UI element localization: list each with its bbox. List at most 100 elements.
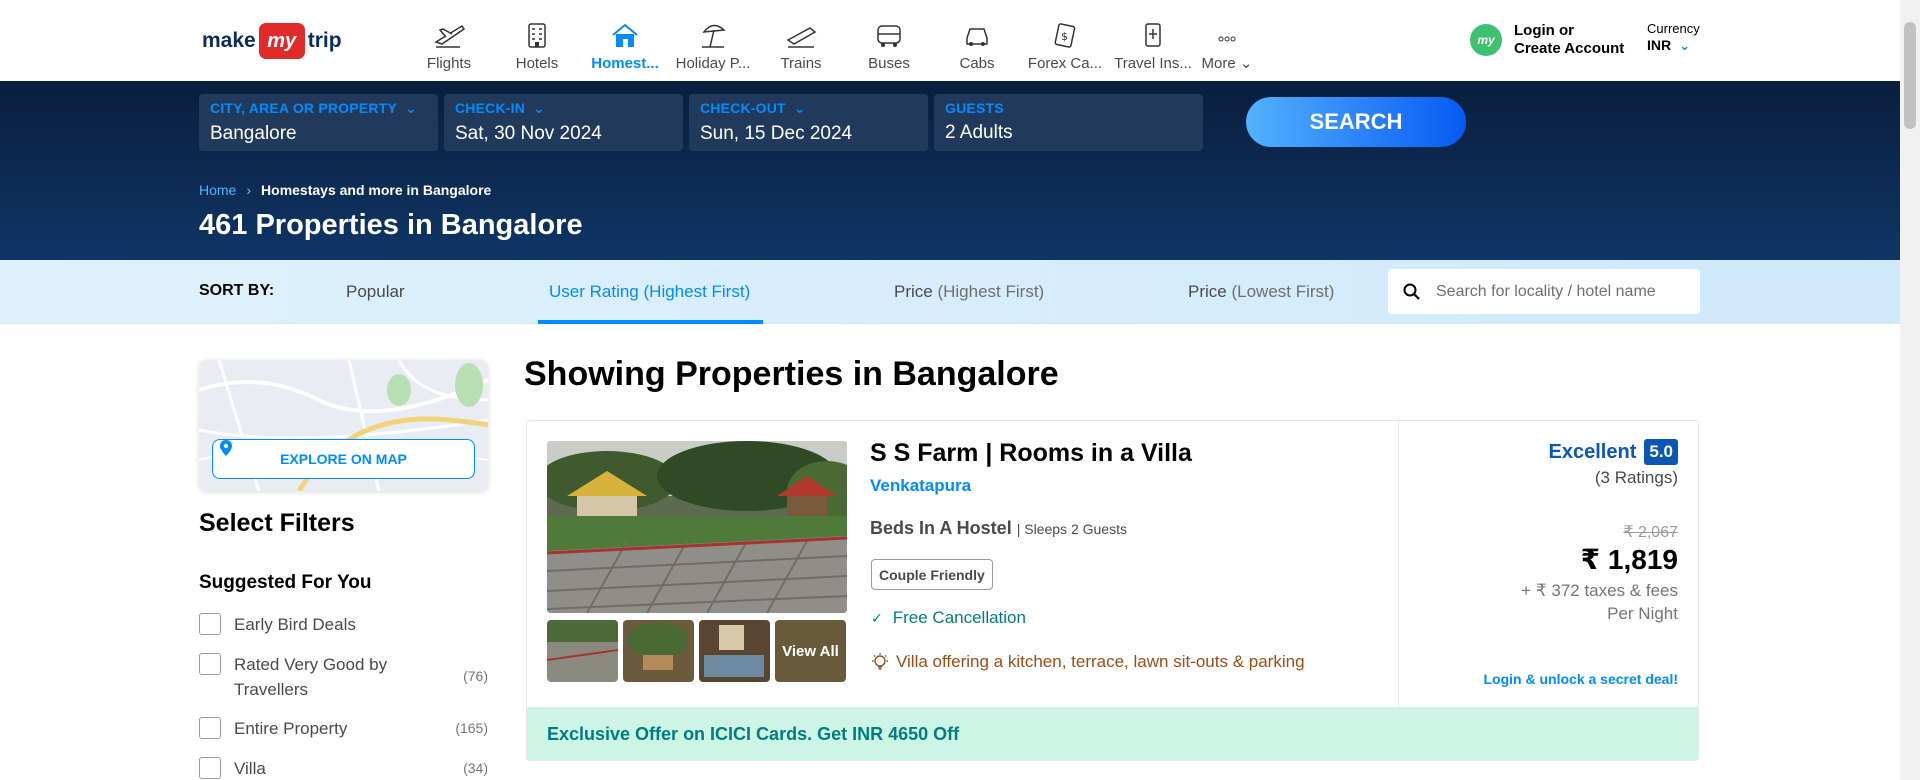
property-sleeps: | Sleeps 2 Guests [1016,521,1127,537]
filter-early-bird[interactable]: Early Bird Deals [199,612,488,637]
sort-user-rating[interactable]: User Rating (Highest First) [549,282,750,302]
active-sort-indicator [538,320,763,324]
view-all-photos-button[interactable]: View All [775,620,846,682]
checkbox[interactable] [199,717,221,739]
thumbnail-image [699,620,770,682]
search-button[interactable]: SEARCH [1246,97,1466,147]
holiday-icon [702,24,726,48]
search-band: CITY, AREA OR PROPERTY ⌄ Bangalore CHECK-… [0,81,1900,260]
checkout-label: CHECK-OUT [700,100,786,116]
train-icon [786,27,817,48]
flight-icon [434,24,466,48]
myclub-avatar-icon: my [1470,24,1502,56]
chevron-right-icon: › [246,182,252,198]
locality-search-input[interactable] [1436,282,1691,301]
check-icon: ✓ [871,610,883,626]
chevron-down-icon: ⌄ [793,100,806,116]
thumbnail-image [623,620,694,682]
nav-cabs[interactable]: Cabs [933,8,1021,74]
checkbox[interactable] [199,757,221,779]
sort-price-high[interactable]: Price (Highest First) [894,282,1044,302]
guests-value: 2 Adults [945,122,1013,143]
city-label: CITY, AREA OR PROPERTY [210,100,397,116]
filter-rated-very-good[interactable]: Rated Very Good by Travellers (76) [199,652,488,702]
property-thumbnail[interactable] [623,620,694,682]
filter-label: Rated Very Good by Travellers [234,655,388,699]
property-photo-image [547,441,847,613]
nav-more[interactable]: More ⌄ [1197,8,1257,74]
property-highlight: Villa offering a kitchen, terrace, lawn … [870,652,1305,672]
breadcrumb-current: Homestays and more in Bangalore [261,182,492,198]
property-thumbnail[interactable] [547,620,618,682]
explore-on-map-label: EXPLORE ON MAP [280,451,407,467]
cab-icon [966,28,988,46]
checkbox[interactable] [199,653,221,675]
original-price: ₹ 2,067 [1623,524,1678,541]
nav-forex-card[interactable]: $ Forex Ca... [1021,8,1109,74]
forex-icon: $ [1054,23,1076,48]
nav-travel-insurance[interactable]: Travel Ins... [1109,8,1197,74]
filter-label: Entire Property [234,719,348,738]
filter-label: Villa [234,759,266,778]
nav-label: Buses [868,55,910,72]
checkbox[interactable] [199,613,221,635]
showing-heading: Showing Properties in Bangalore [524,355,1059,393]
nav-trains[interactable]: Trains [757,8,845,74]
checkin-field[interactable]: CHECK-IN ⌄ Sat, 30 Nov 2024 [444,94,683,151]
city-value: Bangalore [210,123,297,144]
hotel-icon [528,23,546,48]
secret-deal-link[interactable]: Login & unlock a secret deal! [1484,671,1679,687]
filter-entire-property[interactable]: Entire Property (165) [199,716,488,741]
login-line1: Login or [1514,22,1574,39]
map-preview[interactable]: EXPLORE ON MAP [199,360,488,491]
scrollbar-thumb[interactable] [1904,22,1916,129]
bank-offer-banner[interactable]: Exclusive Offer on ICICI Cards. Get INR … [527,707,1698,760]
free-cancellation: ✓ Free Cancellation [871,608,1026,627]
nav-hotels[interactable]: Hotels [493,8,581,74]
login-line2: Create Account [1514,40,1625,57]
filter-count: (76) [463,668,488,684]
sort-popular[interactable]: Popular [346,282,405,302]
filter-label: Early Bird Deals [234,615,356,634]
property-name[interactable]: S S Farm | Rooms in a Villa [870,439,1192,468]
page: make my trip Flights Hotels Homest... Ho… [0,0,1920,780]
nav-buses[interactable]: Buses [845,8,933,74]
nav-label: Forex Ca... [1027,55,1103,72]
nav-homestays[interactable]: Homest... [581,8,669,74]
login-button[interactable]: my Login or Create Account [1470,22,1624,58]
nav-holiday-packages[interactable]: Holiday P... [669,8,757,74]
makemytrip-logo[interactable]: make my trip [202,22,342,60]
property-location[interactable]: Venkatapura [870,476,971,496]
logo-make: make [202,29,256,52]
taxes-fees: + ₹ 372 taxes & fees [1521,581,1678,600]
guests-field[interactable]: GUESTS 2 Adults [934,94,1203,151]
checkout-value: Sun, 15 Dec 2024 [700,123,853,144]
nav-label: Holiday P... [675,55,751,72]
city-field[interactable]: CITY, AREA OR PROPERTY ⌄ Bangalore [199,94,438,151]
property-card[interactable]: View All S S Farm | Rooms in a Villa Ven… [526,420,1699,761]
property-main-photo[interactable] [547,441,847,613]
map-pin-icon [220,440,232,456]
nav-flights[interactable]: Flights [405,8,493,74]
breadcrumb: Home › Homestays and more in Bangalore [199,182,491,198]
property-thumbnail[interactable] [699,620,770,682]
checkout-field[interactable]: CHECK-OUT ⌄ Sun, 15 Dec 2024 [689,94,928,151]
locality-search[interactable] [1388,269,1700,314]
per-night-label: Per Night [1607,604,1678,623]
chevron-down-icon: ⌄ [533,100,545,116]
nav-label: Trains [780,55,822,72]
chevron-down-icon: ⌄ [404,100,417,116]
results-title: 461 Properties in Bangalore [199,209,583,241]
more-dots-icon [1218,36,1236,42]
currency-selector[interactable]: Currency INR ⌄ [1647,21,1700,54]
card-divider [1398,421,1399,707]
page-scrollbar[interactable] [1900,0,1920,780]
search-icon [1403,283,1420,300]
breadcrumb-home[interactable]: Home [199,182,236,198]
sort-price-low[interactable]: Price (Lowest First) [1188,282,1334,302]
couple-friendly-tag: Couple Friendly [871,559,993,590]
lightbulb-icon [872,653,888,670]
property-type: Beds In A Hostel | Sleeps 2 Guests [870,518,1127,538]
filter-villa[interactable]: Villa (34) [199,756,488,780]
explore-on-map-button[interactable]: EXPLORE ON MAP [212,439,475,479]
